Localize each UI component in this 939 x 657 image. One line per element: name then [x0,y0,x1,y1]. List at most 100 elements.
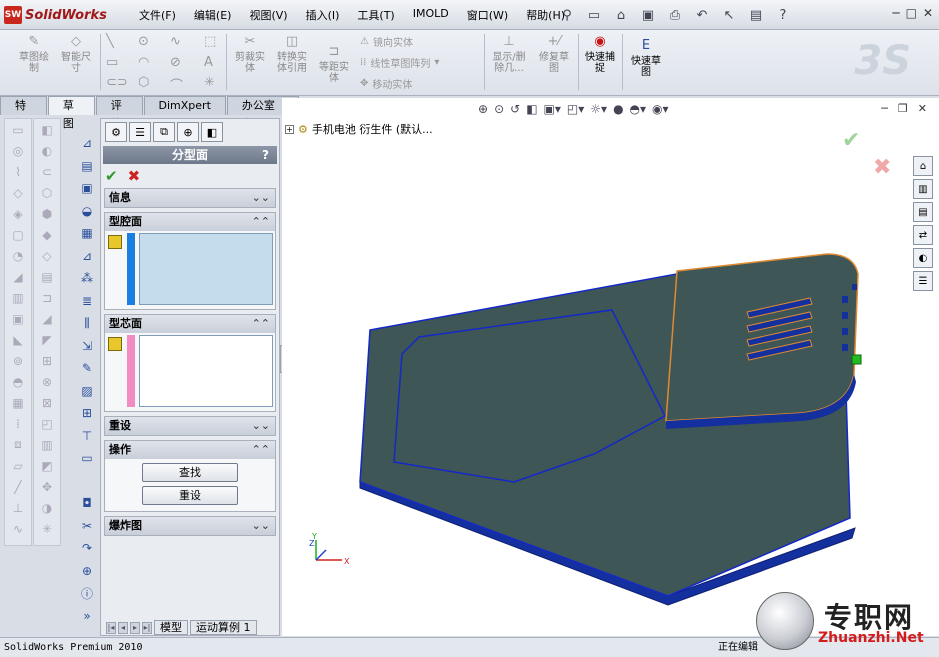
line-icon[interactable]: ╲ [106,34,114,49]
replace-face-icon[interactable]: ◰ [34,413,60,434]
fillet-feature-icon[interactable]: ◔ [5,245,31,266]
surface-loft-icon[interactable]: ⬡ [34,182,60,203]
fillet-icon[interactable]: ⌒ [170,75,183,94]
group-operation-header[interactable]: 操作 ⌃⌃ [105,441,275,459]
confirm-cancel-icon[interactable]: ✖ [873,155,891,180]
close-icon[interactable]: ✕ [923,6,933,20]
mold-cubes-icon[interactable]: ⊞ [76,402,98,425]
open-icon[interactable]: ⌂ [610,4,632,26]
pattern-icon[interactable]: ⁞ [5,413,31,434]
menu-imold[interactable]: IMOLD [404,7,458,23]
menu-file[interactable]: 文件(F) [130,7,185,23]
mold-scale-icon[interactable]: ▤ [76,155,98,178]
mold-split-line-icon[interactable]: ⊿ [76,132,98,155]
view-settings-icon[interactable]: ◉▾ [652,102,669,116]
prev-tab-icon[interactable]: ◂ [118,621,128,634]
menu-insert[interactable]: 插入(I) [297,7,349,23]
last-tab-icon[interactable]: ▸| [142,621,152,634]
options-icon[interactable]: ▤ [745,4,767,26]
surface-boundary-icon[interactable]: ⬢ [34,203,60,224]
group-exploded-header[interactable]: 爆炸图 ⌄⌄ [105,517,275,535]
menu-tools[interactable]: 工具(T) [348,7,403,23]
radiate-surface-icon[interactable]: ✳ [34,518,60,539]
repair-sketch-button[interactable]: +⁄ 修复草图 [534,34,574,74]
polygon-icon[interactable]: ⬡ [138,75,149,90]
cut-icon[interactable]: ▢ [5,224,31,245]
text-icon[interactable]: A [204,55,213,70]
mid-surface-icon[interactable]: ◑ [34,497,60,518]
dimxpert-manager-tab-icon[interactable]: ⊕ [177,122,199,142]
surface-extrude-icon[interactable]: ◧ [34,119,60,140]
hide-show-items-icon[interactable]: ☼▾ [590,102,607,116]
app-logo[interactable]: SW SolidWorks [4,5,107,25]
extrude-icon[interactable]: ▭ [5,119,31,140]
loft-icon[interactable]: ◇ [5,182,31,203]
delete-face-icon[interactable]: ⊠ [34,392,60,413]
ok-check-icon[interactable]: ✔ [105,167,118,185]
mold-screen-icon[interactable]: ▭ [76,447,98,470]
coordinate-icon[interactable]: ⊥ [5,497,31,518]
surface-revolve-icon[interactable]: ◐ [34,140,60,161]
dome-icon[interactable]: ◓ [5,371,31,392]
tab-sketch[interactable]: 草图 [47,96,95,130]
reset-button[interactable]: 重设 [142,486,238,505]
point-icon[interactable]: ✳ [204,75,215,90]
feature-tree-item[interactable]: 手机电池 衍生件 (默认... [312,121,433,137]
circle-icon[interactable]: ⊙ [138,34,149,49]
apply-scene-icon[interactable]: ◓▾ [630,102,647,116]
boundary-icon[interactable]: ◈ [5,203,31,224]
mold-more-icon[interactable]: » [76,605,98,628]
mold-cut-icon[interactable]: ✂ [76,515,98,538]
help-icon[interactable]: ? [772,4,794,26]
hole-icon[interactable]: ⊚ [5,350,31,371]
move-face-icon[interactable]: ✥ [34,476,60,497]
custom-properties-icon[interactable]: ☰ [913,271,933,291]
mold-columns-icon[interactable]: ⫼ [76,312,98,335]
smart-dimension-button[interactable]: ◇ 智能尺寸 [56,34,96,74]
cut-with-surface-icon[interactable]: ◩ [34,455,60,476]
first-tab-icon[interactable]: |◂ [106,621,116,634]
trim-entities-button[interactable]: ✂ 剪裁实体 [230,34,270,74]
find-button[interactable]: 查找 [142,463,238,482]
mold-zoom-icon[interactable]: ⊕ [76,560,98,583]
planar-surface-icon[interactable]: ◆ [34,224,60,245]
feature-manager-tab-icon[interactable]: ⚙ [105,122,127,142]
mold-pencil-icon[interactable]: ✎ [76,357,98,380]
file-explorer-icon[interactable]: ▤ [913,202,933,222]
previous-view-icon[interactable]: ↺ [510,102,520,116]
configuration-manager-tab-icon[interactable]: ⧉ [153,122,175,142]
mold-camera-icon[interactable]: ◘ [76,492,98,515]
revolve-icon[interactable]: ◎ [5,140,31,161]
graphics-area[interactable]: X Y Z [282,116,939,636]
section-view-icon[interactable]: ◧ [526,102,537,116]
move-entities-button[interactable]: ✥ 移动实体 [360,76,412,91]
arc-icon[interactable]: ◠ [138,55,149,70]
spline-icon[interactable]: ∿ [170,34,181,49]
print-icon[interactable]: ⎙ [664,4,686,26]
mirror-feature-icon[interactable]: ⧈ [5,434,31,455]
trim-surface-icon[interactable]: ◢ [34,308,60,329]
mirror-entities-button[interactable]: ⚠ 镜向实体 [360,34,413,49]
extend-surface-icon[interactable]: ⊐ [34,287,60,308]
slot-icon[interactable]: ⊂⊃ [106,75,128,90]
offset-entities-button[interactable]: ⊐ 等距实体 [314,44,354,84]
expand-tree-icon[interactable]: + [285,124,294,134]
confirm-ok-icon[interactable]: ✔ [842,128,860,153]
mold-save-icon[interactable]: ▣ [76,177,98,200]
cancel-x-icon[interactable]: ✖ [128,167,141,185]
tab-model[interactable]: 模型 [154,620,188,635]
mold-ejector-icon[interactable]: ⊤ [76,425,98,448]
view-palette-icon[interactable]: ⇄ [913,225,933,245]
shell-icon[interactable]: ▣ [5,308,31,329]
thicken-icon[interactable]: ▥ [34,434,60,455]
appearances-icon[interactable]: ◐ [913,248,933,268]
tab-dimxpert[interactable]: DimXpert [143,96,226,115]
view-orientation-icon[interactable]: ▣▾ [544,102,561,116]
ellipse-icon[interactable]: ⊘ [170,55,181,70]
drag-handle[interactable] [851,354,862,365]
menu-edit[interactable]: 编辑(E) [185,7,241,23]
chevron-down-icon[interactable]: ▾ [434,57,439,68]
mold-pattern-icon[interactable]: ⁂ [76,267,98,290]
edit-appearance-icon[interactable]: ● [613,102,623,116]
select-icon[interactable]: ↖ [718,4,740,26]
